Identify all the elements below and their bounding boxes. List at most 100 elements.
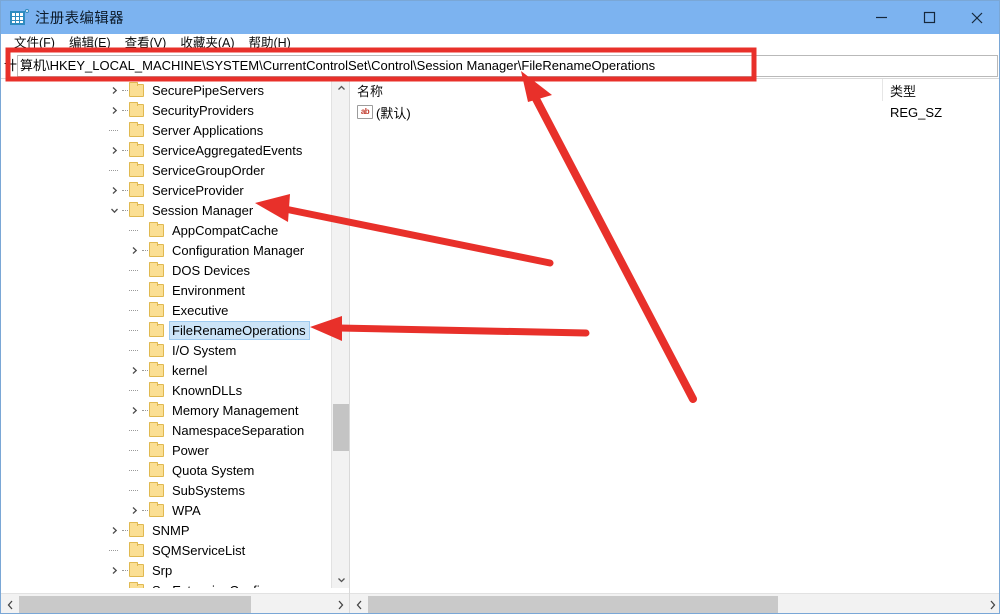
chevron-right-icon[interactable] — [106, 140, 122, 160]
tree-item-label: Memory Management — [172, 402, 299, 418]
tree-item-configuration-manager[interactable]: Configuration Manager — [1, 240, 331, 260]
tree-item-session-manager[interactable]: Session Manager — [1, 200, 331, 220]
tree-item-snmp[interactable]: SNMP — [1, 520, 331, 540]
tree-scroll-thumb[interactable] — [333, 404, 349, 451]
column-header-type[interactable]: 类型 — [883, 79, 999, 101]
tree-line — [126, 260, 142, 280]
folder-icon — [149, 301, 164, 317]
tree-line — [142, 400, 149, 420]
values-cell-name: ab (默认) — [350, 103, 883, 122]
menu-item-edit[interactable]: 编辑(E) — [62, 34, 118, 53]
tree-line — [106, 120, 122, 140]
folder-icon — [149, 261, 164, 277]
tree-item-label: Server Applications — [152, 122, 264, 138]
values-hscroll-track[interactable] — [368, 595, 983, 613]
column-header-name[interactable]: 名称 — [350, 79, 883, 101]
scroll-right-arrow-icon[interactable] — [331, 595, 349, 614]
tree-item-serviceaggregatedevents[interactable]: ServiceAggregatedEvents — [1, 140, 331, 160]
tree-line — [142, 240, 149, 260]
tree-item-memory-management[interactable]: Memory Management — [1, 400, 331, 420]
tree-item-appcompatcache[interactable]: AppCompatCache — [1, 220, 331, 240]
tree-item-label: DOS Devices — [172, 262, 251, 278]
tree-line — [142, 500, 149, 520]
tree-line — [106, 160, 122, 180]
registry-key-tree[interactable]: SecurePipeServers SecurityProviders Server… — [1, 79, 331, 588]
tree-item-label: Environment — [172, 282, 245, 298]
menu-item-view[interactable]: 查看(V) — [118, 34, 174, 53]
tree-item-environment[interactable]: Environment — [1, 280, 331, 300]
maximize-button[interactable] — [905, 1, 953, 34]
tree-vertical-scrollbar[interactable] — [331, 79, 349, 588]
folder-icon — [149, 441, 164, 457]
tree-item-subsystems[interactable]: SubSystems — [1, 480, 331, 500]
menu-item-help[interactable]: 帮助(H) — [241, 34, 297, 53]
folder-icon — [149, 341, 164, 357]
values-list-row[interactable]: ab (默认) REG_SZ — [350, 101, 999, 123]
folder-icon — [149, 361, 164, 377]
tree-item-label: kernel — [172, 362, 208, 378]
chevron-right-icon[interactable] — [106, 520, 122, 540]
scroll-down-arrow-icon[interactable] — [332, 570, 349, 588]
folder-icon — [129, 81, 144, 97]
chevron-right-icon[interactable] — [106, 560, 122, 580]
chevron-right-icon[interactable] — [126, 400, 142, 420]
values-hscroll-thumb[interactable] — [368, 595, 778, 613]
tree-item-servicegrouporder[interactable]: ServiceGroupOrder — [1, 160, 331, 180]
tree-item-srpextensionconfig[interactable]: SrpExtensionConfig — [1, 580, 331, 588]
tree-item-label: Srp — [152, 562, 173, 578]
folder-icon — [149, 321, 164, 337]
values-list-body[interactable]: ab (默认) REG_SZ — [350, 101, 999, 594]
folder-icon — [149, 241, 164, 257]
chevron-right-icon[interactable] — [106, 80, 122, 100]
scroll-left-arrow-icon[interactable] — [1, 595, 19, 614]
tree-item-label: ServiceAggregatedEvents — [152, 142, 303, 158]
folder-icon — [129, 141, 144, 157]
tree-item-label: SNMP — [152, 522, 190, 538]
tree-item-securepipeservers[interactable]: SecurePipeServers — [1, 80, 331, 100]
chevron-right-icon[interactable] — [106, 180, 122, 200]
tree-item-label: SecurePipeServers — [152, 82, 264, 98]
folder-icon — [129, 101, 144, 117]
close-button[interactable] — [953, 1, 999, 34]
main-content: SecurePipeServers SecurityProviders Server… — [1, 78, 999, 614]
tree-hscroll-thumb[interactable] — [19, 595, 251, 613]
chevron-right-icon[interactable] — [126, 360, 142, 380]
tree-item-namespaceseparation[interactable]: NamespaceSeparation — [1, 420, 331, 440]
tree-item-server-applications[interactable]: Server Applications — [1, 120, 331, 140]
tree-item-wpa[interactable]: WPA — [1, 500, 331, 520]
tree-item-serviceprovider[interactable]: ServiceProvider — [1, 180, 331, 200]
tree-item-filerenameoperations[interactable]: FileRenameOperations — [1, 320, 331, 340]
values-horizontal-scrollbar[interactable] — [350, 593, 999, 614]
tree-item-power[interactable]: Power — [1, 440, 331, 460]
tree-hscroll-track[interactable] — [19, 595, 331, 613]
tree-item-executive[interactable]: Executive — [1, 300, 331, 320]
chevron-right-icon[interactable] — [106, 100, 122, 120]
chevron-down-icon[interactable] — [106, 200, 122, 220]
tree-line — [126, 280, 142, 300]
values-scroll-left-arrow-icon[interactable] — [350, 595, 368, 614]
chevron-right-icon[interactable] — [126, 500, 142, 520]
tree-item-label: AppCompatCache — [172, 222, 279, 238]
folder-icon — [129, 521, 144, 537]
menu-item-favorites[interactable]: 收藏夹(A) — [173, 34, 241, 53]
tree-item-dos-devices[interactable]: DOS Devices — [1, 260, 331, 280]
tree-item-kernel[interactable]: kernel — [1, 360, 331, 380]
chevron-right-icon[interactable] — [126, 240, 142, 260]
minimize-button[interactable] — [857, 1, 905, 34]
address-input[interactable]: 算机\HKEY_LOCAL_MACHINE\SYSTEM\CurrentCont… — [17, 55, 998, 77]
tree-item-sqmservicelist[interactable]: SQMServiceList — [1, 540, 331, 560]
tree-item-i-o-system[interactable]: I/O System — [1, 340, 331, 360]
window-controls — [857, 1, 999, 34]
scroll-up-arrow-icon[interactable] — [332, 79, 349, 97]
values-scroll-right-arrow-icon[interactable] — [983, 595, 999, 614]
tree-item-srp[interactable]: Srp — [1, 560, 331, 580]
menu-item-file[interactable]: 文件(F) — [7, 34, 62, 53]
tree-item-quota-system[interactable]: Quota System — [1, 460, 331, 480]
folder-icon — [149, 421, 164, 437]
tree-line — [126, 340, 142, 360]
folder-icon — [149, 381, 164, 397]
tree-horizontal-scrollbar[interactable] — [1, 593, 349, 614]
folder-icon — [149, 481, 164, 497]
tree-item-knowndlls[interactable]: KnownDLLs — [1, 380, 331, 400]
tree-item-securityproviders[interactable]: SecurityProviders — [1, 100, 331, 120]
